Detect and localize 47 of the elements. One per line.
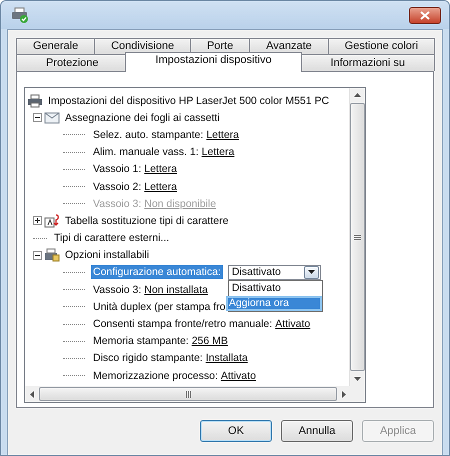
tree-item[interactable]: Vassoio 1: Lettera — [91, 162, 179, 176]
printer-options-icon — [44, 248, 60, 262]
scroll-right-icon[interactable] — [342, 390, 346, 398]
expander-icon[interactable] — [33, 113, 42, 122]
dropdown-button[interactable] — [304, 266, 319, 279]
tree-item[interactable]: Alim. manuale vass. 1: Lettera — [91, 145, 236, 160]
tree-item[interactable]: Impostazioni del dispositivo HP LaserJet 500 color M551 PC — [46, 94, 332, 108]
tree-item[interactable]: Vassoio 2: Lettera — [91, 180, 179, 194]
close-icon — [420, 10, 430, 20]
tree-item[interactable]: Tipi di carattere esterni... — [52, 231, 172, 246]
printer-icon — [27, 94, 43, 108]
dropdown-option[interactable]: Aggiorna ora — [226, 296, 322, 311]
tab[interactable]: Impostazioni dispositivo — [125, 52, 302, 72]
dialog-button[interactable]: Annulla — [281, 420, 353, 442]
tab[interactable]: Condivisione — [94, 38, 191, 54]
tree-item[interactable]: Disco rigido stampante: Installata — [91, 351, 250, 366]
scroll-down-icon[interactable] — [354, 377, 361, 381]
dropdown-value: Disattivato — [230, 266, 282, 278]
tree-item[interactable]: Memoria stampante: 256 MB — [91, 334, 230, 348]
horizontal-scrollbar[interactable] — [25, 386, 365, 402]
tray-icon — [44, 110, 60, 125]
expander-icon[interactable] — [33, 250, 42, 260]
grip-icon — [186, 390, 190, 398]
tree-item[interactable]: Opzioni installabili — [63, 248, 152, 262]
tree-item[interactable]: Configurazione automatica: — [91, 265, 223, 280]
tab[interactable]: Gestione colori — [328, 38, 435, 54]
printer-icon — [11, 7, 29, 23]
tab[interactable]: Generale — [16, 38, 96, 54]
tree-item[interactable]: Assegnazione dei fogli ai cassetti — [63, 110, 222, 125]
tree-item[interactable]: Memorizzazione processo: Attivato — [91, 368, 258, 383]
grip-icon — [354, 234, 361, 240]
scroll-up-icon[interactable] — [354, 93, 361, 97]
tab[interactable]: Avanzate — [249, 38, 329, 54]
tree-item[interactable]: Selez. auto. stampante: Lettera — [91, 128, 242, 142]
dropdown-option[interactable]: Disattivato — [228, 280, 322, 296]
font-table-icon — [44, 214, 60, 228]
close-button[interactable] — [409, 6, 441, 24]
dialog-button[interactable]: OK — [200, 420, 272, 442]
caret-icon — [308, 270, 315, 274]
vertical-scrollbar[interactable] — [349, 88, 365, 386]
tree-item[interactable]: Unità duplex (per stampa fro — [91, 300, 228, 314]
tree-item[interactable]: Vassoio 3: Non installata — [91, 282, 210, 297]
tree-item[interactable]: Tabella sostituzione tipi di carattere — [63, 214, 230, 228]
scroll-left-icon[interactable] — [30, 390, 34, 398]
tree-item[interactable]: Consenti stampa fronte/retro manuale: Attivato — [91, 317, 312, 332]
tab[interactable]: Informazioni su — [300, 54, 435, 71]
expander-icon[interactable] — [33, 216, 42, 226]
